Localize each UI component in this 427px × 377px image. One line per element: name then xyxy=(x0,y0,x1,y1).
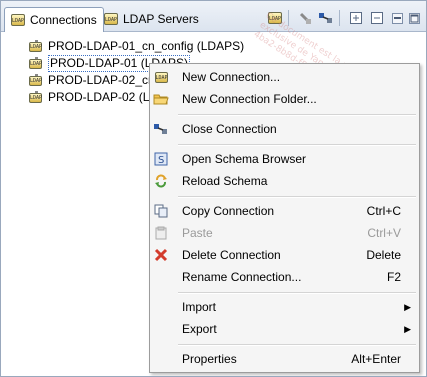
new-connection-icon: LDAP xyxy=(153,69,169,85)
reload-icon xyxy=(153,173,169,189)
menu-item-reload-schema[interactable]: Reload Schema xyxy=(150,170,419,192)
menu-item-close-connection[interactable]: Close Connection xyxy=(150,118,419,140)
folder-icon xyxy=(153,91,169,107)
ldap-connection-icon: LDAP xyxy=(29,74,43,87)
close-connection-button[interactable] xyxy=(317,9,335,27)
tab-ldap-servers[interactable]: LDAP LDAP Servers xyxy=(98,7,205,31)
menu-item-properties[interactable]: Properties Alt+Enter xyxy=(150,348,419,370)
minimize-icon xyxy=(394,16,401,19)
menu-separator xyxy=(178,344,416,346)
menu-item-export[interactable]: Export ▶ xyxy=(150,318,419,340)
schema-browser-icon: S xyxy=(153,151,169,167)
submenu-arrow-icon: ▶ xyxy=(404,302,411,312)
menu-item-open-schema-browser[interactable]: S Open Schema Browser xyxy=(150,148,419,170)
menu-item-shortcut: F2 xyxy=(386,270,401,284)
menu-separator xyxy=(178,144,416,146)
svg-text:S: S xyxy=(158,155,164,166)
connections-view: LDAP Connections LDAP LDAP Servers LDAP xyxy=(0,0,427,377)
menu-item-label: Close Connection xyxy=(182,122,277,136)
menu-item-shortcut: Delete xyxy=(366,248,401,262)
tree-item-label: PROD-LDAP-02_cn xyxy=(48,73,155,87)
menu-item-paste[interactable]: Paste Ctrl+V xyxy=(150,222,419,244)
ldap-connection-icon: LDAP xyxy=(29,57,43,70)
expand-all-icon xyxy=(350,12,362,24)
menu-item-shortcut: Alt+Enter xyxy=(351,352,401,366)
menu-item-delete-connection[interactable]: Delete Connection Delete xyxy=(150,244,419,266)
tab-connections[interactable]: LDAP Connections xyxy=(4,7,104,32)
menu-item-import[interactable]: Import ▶ xyxy=(150,296,419,318)
menu-separator xyxy=(178,292,416,294)
maximize-button[interactable] xyxy=(409,12,420,24)
menu-item-new-connection[interactable]: LDAP New Connection... xyxy=(150,66,419,88)
menu-item-label: New Connection Folder... xyxy=(182,92,317,106)
ldap-connection-icon: LDAP xyxy=(29,40,43,53)
tree-item-connection[interactable]: LDAP PROD-LDAP-01_cn_config (LDAPS) xyxy=(29,38,244,55)
menu-item-label: Properties xyxy=(182,352,237,366)
tree-item-label: PROD-LDAP-02 (LI xyxy=(48,90,153,104)
new-connection-icon: LDAP xyxy=(268,12,282,24)
menu-item-label: Rename Connection... xyxy=(182,270,302,284)
tree-item-label: PROD-LDAP-01_cn_config (LDAPS) xyxy=(48,39,245,53)
collapse-all-icon xyxy=(371,12,383,24)
menu-item-label: Reload Schema xyxy=(182,174,268,188)
menu-item-label: Copy Connection xyxy=(182,204,275,218)
view-tab-bar: LDAP Connections LDAP LDAP Servers LDAP xyxy=(1,1,426,32)
new-connection-button[interactable]: LDAP xyxy=(266,9,284,27)
maximize-icon xyxy=(410,14,419,22)
copy-icon xyxy=(153,203,169,219)
expand-all-button[interactable] xyxy=(347,9,365,27)
ldap-servers-icon: LDAP xyxy=(104,13,118,25)
menu-item-label: Open Schema Browser xyxy=(182,152,307,166)
menu-item-new-connection-folder[interactable]: New Connection Folder... xyxy=(150,88,419,110)
menu-item-label: Import xyxy=(182,300,217,314)
toolbar-separator xyxy=(339,10,340,26)
menu-separator xyxy=(178,196,416,198)
open-connection-icon xyxy=(299,12,311,24)
collapse-all-button[interactable] xyxy=(368,9,386,27)
menu-item-label: New Connection... xyxy=(182,70,281,84)
menu-item-label: Paste xyxy=(182,226,213,240)
context-menu: LDAP New Connection... New Connection Fo… xyxy=(149,63,420,373)
menu-item-copy-connection[interactable]: Copy Connection Ctrl+C xyxy=(150,200,419,222)
menu-item-rename-connection[interactable]: Rename Connection... F2 xyxy=(150,266,419,288)
menu-item-shortcut: Ctrl+V xyxy=(367,226,401,240)
close-connection-icon xyxy=(153,121,169,137)
menu-item-label: Export xyxy=(182,322,217,336)
tree-item-connection[interactable]: LDAP PROD-LDAP-02 (LI xyxy=(29,89,153,106)
close-connection-icon xyxy=(319,13,332,23)
menu-separator xyxy=(178,114,416,116)
tree-item-connection[interactable]: LDAP PROD-LDAP-02_cn xyxy=(29,72,155,89)
minimize-button[interactable] xyxy=(392,12,403,24)
menu-item-label: Delete Connection xyxy=(182,248,281,262)
ldap-connections-icon: LDAP xyxy=(11,14,25,26)
toolbar-separator xyxy=(288,10,289,26)
ldap-connection-icon: LDAP xyxy=(29,91,43,104)
open-connection-button[interactable] xyxy=(296,9,314,27)
delete-icon xyxy=(153,247,169,263)
paste-icon xyxy=(153,225,169,241)
menu-item-shortcut: Ctrl+C xyxy=(366,204,401,218)
view-toolbar: LDAP xyxy=(263,9,420,27)
submenu-arrow-icon: ▶ xyxy=(404,324,411,334)
tab-connections-label: Connections xyxy=(30,13,97,27)
tab-ldap-servers-label: LDAP Servers xyxy=(123,12,199,26)
